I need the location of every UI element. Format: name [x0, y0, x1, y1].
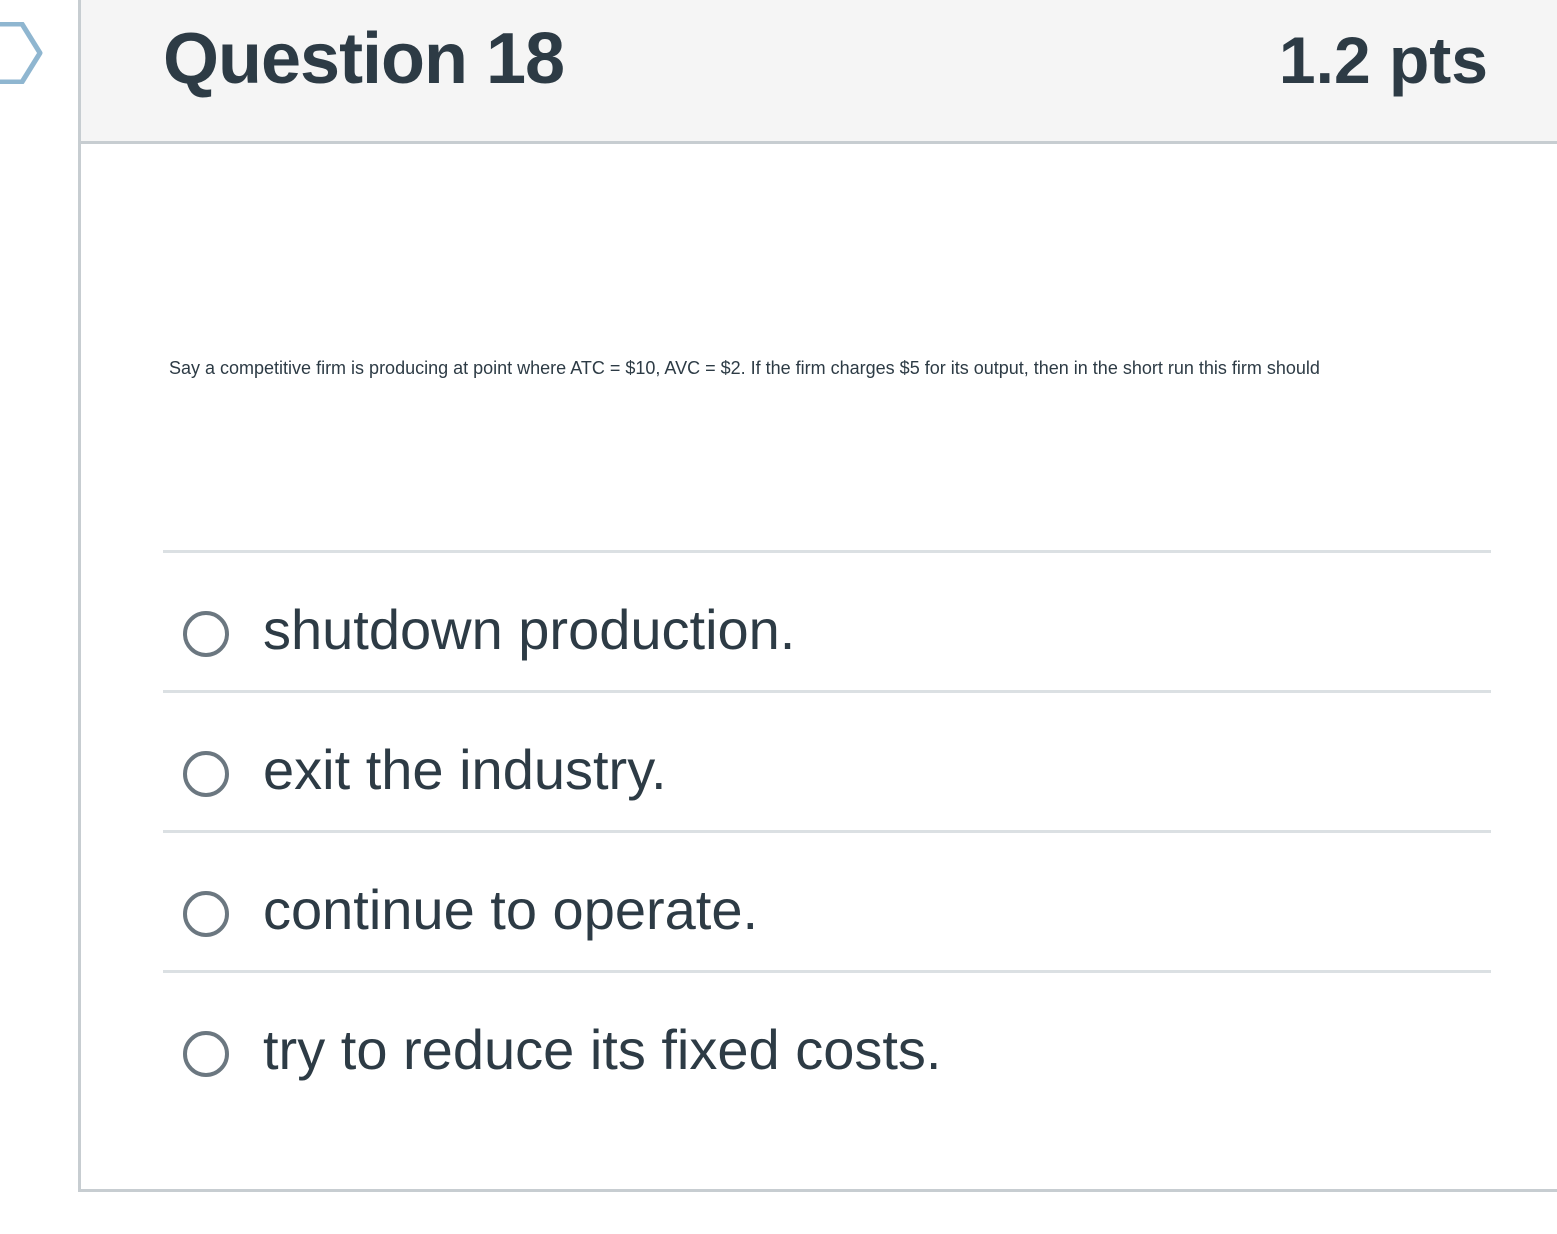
- question-points: 1.2 pts: [1278, 23, 1488, 97]
- question-title: Question 18: [163, 19, 565, 99]
- question-text: Say a competitive firm is producing at p…: [169, 358, 1320, 378]
- answer-option-4[interactable]: try to reduce its fixed costs.: [163, 970, 1491, 1110]
- question-flag-icon[interactable]: [0, 22, 44, 84]
- answer-label[interactable]: shutdown production.: [263, 597, 795, 662]
- answer-label[interactable]: exit the industry.: [263, 737, 667, 802]
- answer-label[interactable]: continue to operate.: [263, 877, 758, 942]
- answer-label[interactable]: try to reduce its fixed costs.: [263, 1017, 941, 1082]
- question-card: Question 18 1.2 pts Say a competitive fi…: [78, 0, 1557, 1192]
- answer-option-1[interactable]: shutdown production.: [163, 550, 1491, 690]
- question-header: Question 18 1.2 pts: [81, 0, 1557, 144]
- radio-button-icon[interactable]: [183, 1031, 229, 1077]
- radio-button-icon[interactable]: [183, 611, 229, 657]
- answer-option-3[interactable]: continue to operate.: [163, 830, 1491, 970]
- answer-list: shutdown production. exit the industry. …: [163, 550, 1491, 1110]
- radio-button-icon[interactable]: [183, 891, 229, 937]
- radio-button-icon[interactable]: [183, 751, 229, 797]
- answer-option-2[interactable]: exit the industry.: [163, 690, 1491, 830]
